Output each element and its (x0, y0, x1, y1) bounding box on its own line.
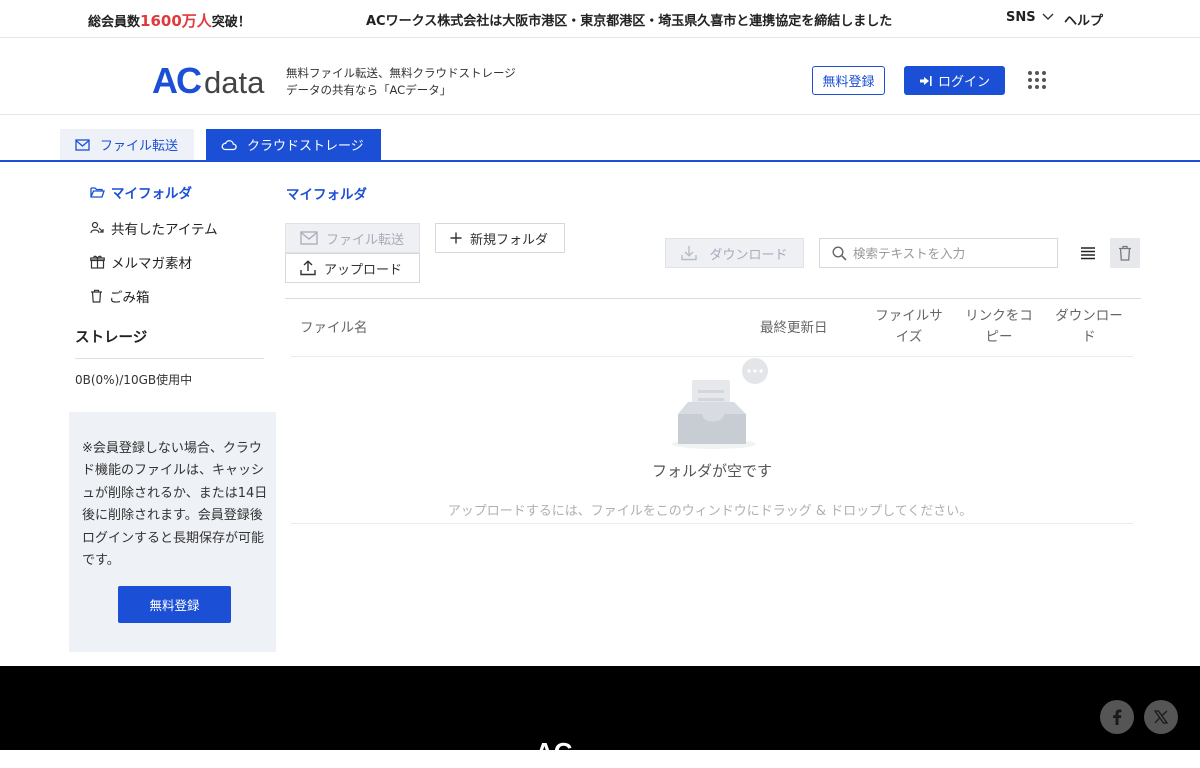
delete-button[interactable] (1110, 238, 1140, 268)
service-tabs: ファイル転送 クラウドストレージ (0, 115, 1200, 162)
trash-icon (91, 289, 102, 303)
tab-cloud-storage-label: クラウドストレージ (247, 139, 364, 154)
sidebar-item-label: ごみ箱 (109, 290, 150, 306)
top-announcement-bar: 総会員数1600万人突破！ ACワークス株式会社は大阪市港区・東京都港区・埼玉県… (0, 0, 1200, 38)
sidebar-item-label: メルマガ素材 (111, 256, 192, 272)
sidebar-item-my-folder[interactable]: マイフォルダ (90, 182, 192, 202)
download-icon (681, 246, 698, 261)
gift-icon (90, 255, 105, 269)
footer-logo: AC (535, 737, 573, 767)
divider (285, 298, 1141, 299)
apps-grid-icon[interactable] (1028, 71, 1046, 89)
acdata-logo[interactable]: AC data (152, 60, 265, 101)
empty-inbox-icon (672, 358, 768, 449)
chevron-down-icon (1042, 13, 1054, 20)
member-count-value: 1600万人 (140, 12, 212, 30)
cloud-icon (221, 139, 237, 150)
notice-register-button[interactable]: 無料登録 (118, 586, 231, 623)
sidebar-item-trash[interactable]: ごみ箱 (90, 286, 150, 306)
tagline-line-2: データの共有なら「ACデータ」 (286, 83, 452, 97)
new-folder-label: 新規フォルダ (470, 232, 549, 248)
upload-icon (300, 260, 316, 276)
member-count-suffix: 突破！ (211, 15, 251, 30)
column-header-modified[interactable]: 最終更新日 (760, 318, 828, 339)
empty-state-hint: アップロードするには、ファイルをこのウィンドウにドラッグ & ドロップしてくださ… (447, 504, 973, 519)
column-header-copy-link: リンクをコピー (965, 308, 1033, 345)
member-count-prefix: 総会員数 (88, 15, 141, 30)
storage-title: ストレージ (75, 330, 148, 346)
tab-file-transfer-label: ファイル転送 (100, 139, 179, 154)
search-box (819, 238, 1058, 268)
tagline: 無料ファイル転送、無料クラウドストレージ データの共有なら「ACデータ」 (286, 65, 516, 99)
list-view-icon[interactable] (1079, 243, 1097, 263)
mail-icon (75, 138, 90, 151)
download-label: ダウンロード (709, 247, 788, 263)
mail-icon (300, 231, 318, 245)
x-twitter-icon[interactable] (1144, 700, 1178, 734)
sns-label: SNS (1006, 10, 1036, 25)
new-folder-button[interactable]: 新規フォルダ (435, 223, 565, 253)
login-icon (919, 75, 932, 86)
upload-button[interactable]: アップロード (285, 253, 420, 283)
sidebar-item-shared[interactable]: 共有したアイテム (90, 218, 218, 238)
search-icon (832, 245, 847, 261)
tab-file-transfer[interactable]: ファイル転送 (60, 129, 194, 160)
sidebar-item-label: 共有したアイテム (111, 222, 218, 238)
logo-ac: AC (152, 60, 202, 101)
site-footer: AC (0, 666, 1200, 767)
storage-usage: 0B(0%)/10GB使用中 (75, 373, 193, 387)
folder-open-icon (90, 187, 105, 198)
site-header: AC data 無料ファイル転送、無料クラウドストレージ データの共有なら「ACデ… (0, 39, 1200, 115)
trash-icon (1119, 245, 1131, 261)
news-link[interactable]: ACワークス株式会社は大阪市港区・東京都港区・埼玉県久喜市と連携協定を締結しまし… (366, 10, 892, 29)
plus-icon (450, 232, 462, 244)
file-transfer-label: ファイル転送 (326, 232, 405, 248)
download-button[interactable]: ダウンロード (665, 238, 804, 268)
divider (75, 358, 264, 359)
column-header-size[interactable]: ファイルサイズ (871, 306, 947, 348)
facebook-icon[interactable] (1100, 700, 1134, 734)
member-notice-box: ※会員登録しない場合、クラウド機能のファイルは、キャッシュが削除されるか、または… (69, 412, 276, 652)
notice-text: ※会員登録しない場合、クラウド機能のファイルは、キャッシュが削除されるか、または… (82, 441, 268, 569)
empty-state-title: フォルダが空です (651, 462, 772, 480)
logo-data: data (204, 65, 265, 100)
register-button[interactable]: 無料登録 (812, 66, 885, 95)
page-title: マイフォルダ (286, 187, 367, 203)
sidebar-item-newsletter[interactable]: メルマガ素材 (90, 252, 192, 272)
column-header-file-name[interactable]: ファイル名 (300, 318, 368, 339)
divider (291, 356, 1133, 357)
tab-cloud-storage[interactable]: クラウドストレージ (206, 129, 381, 160)
help-link[interactable]: ヘルプ (1064, 10, 1103, 29)
search-input[interactable] (853, 245, 1043, 261)
share-icon (90, 221, 104, 234)
member-count: 総会員数1600万人突破！ (88, 10, 251, 31)
login-label: ログイン (937, 75, 990, 90)
tagline-line-1: 無料ファイル転送、無料クラウドストレージ (286, 66, 516, 80)
sidebar-item-label: マイフォルダ (111, 186, 192, 202)
file-transfer-button[interactable]: ファイル転送 (285, 223, 420, 253)
divider (291, 523, 1133, 524)
upload-label: アップロード (324, 262, 403, 278)
sns-dropdown[interactable]: SNS (1006, 10, 1054, 25)
column-header-download: ダウンロード (1055, 308, 1123, 345)
login-button[interactable]: ログイン (904, 66, 1005, 95)
